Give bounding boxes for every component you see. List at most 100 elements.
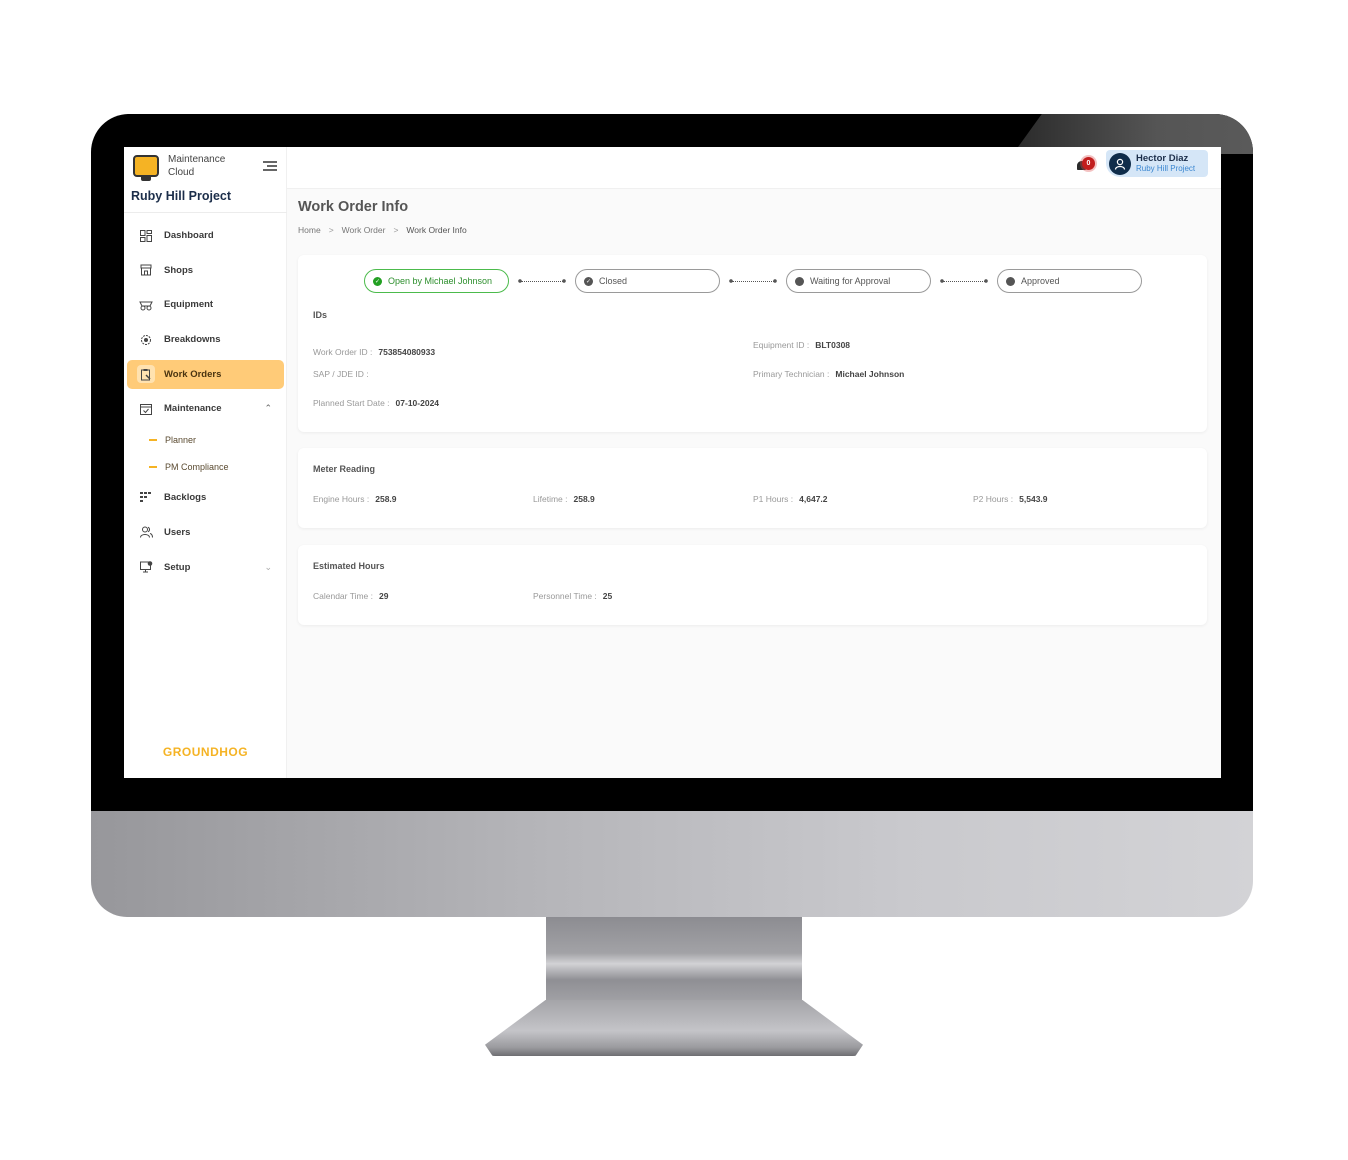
calendar-check-icon xyxy=(137,400,155,418)
status-step-label: Open by Michael Johnson xyxy=(388,276,493,286)
breakdown-gear-icon xyxy=(137,331,155,349)
setup-monitor-icon xyxy=(137,558,155,576)
step-connector xyxy=(729,278,777,284)
project-name: Ruby Hill Project xyxy=(124,189,287,213)
users-icon xyxy=(137,523,155,541)
page-title: Work Order Info xyxy=(298,199,409,215)
field-value: BLT0308 xyxy=(815,340,851,350)
field-label: Planned Start Date : xyxy=(313,398,390,408)
sidebar-item-label: Shops xyxy=(164,264,194,276)
sidebar-item-backlogs[interactable]: Backlogs xyxy=(127,483,284,512)
sidebar-item-work-orders[interactable]: Work Orders xyxy=(127,359,284,389)
ids-section-title: IDs xyxy=(313,310,328,320)
field-value: 07-10-2024 xyxy=(395,398,440,408)
user-name: Hector Diaz xyxy=(1136,153,1189,164)
field-value: 29 xyxy=(379,591,389,601)
chevron-right-icon: > xyxy=(393,225,399,235)
user-menu[interactable]: Hector Diaz Ruby Hill Project xyxy=(1106,150,1208,177)
sidebar-subitem-label: PM Compliance xyxy=(165,462,229,473)
sidebar-item-dashboard[interactable]: Dashboard xyxy=(127,221,284,250)
sidebar: Maintenance Cloud Ruby Hill Project Dash… xyxy=(124,147,287,778)
field-planned-start-date: Planned Start Date : 07-10-2024 xyxy=(313,398,439,408)
field-work-order-id: Work Order ID : 753854080933 xyxy=(313,347,435,357)
sidebar-item-label: Dashboard xyxy=(164,230,214,241)
breadcrumb-work-order[interactable]: Work Order xyxy=(342,225,386,235)
chevron-right-icon: > xyxy=(328,225,334,235)
field-sap-jde-id: SAP / JDE ID : xyxy=(313,369,375,379)
sidebar-nav: Dashboard Shops Equipment Breakdowns Wor… xyxy=(127,221,284,587)
monitor-stand-foot xyxy=(485,1000,863,1056)
notification-count-badge: 0 xyxy=(1082,157,1095,170)
field-label: Engine Hours : xyxy=(313,494,370,504)
chevron-down-icon[interactable]: ⌄ xyxy=(264,562,272,573)
sidebar-item-label: Maintenance xyxy=(164,403,222,415)
field-label: SAP / JDE ID : xyxy=(313,369,369,379)
topbar: 0 Hector Diaz Ruby Hill Project xyxy=(287,147,1221,189)
dashboard-grid-icon xyxy=(137,227,155,245)
field-p1-hours: P1 Hours : 4,647.2 xyxy=(753,494,828,504)
field-value: Michael Johnson xyxy=(835,369,905,379)
brand-name-line1: Maintenance xyxy=(168,154,226,165)
sidebar-subitem-label: Planner xyxy=(165,435,197,446)
meter-reading-card: Meter Reading Engine Hours : 258.9 Lifet… xyxy=(298,448,1207,528)
ids-card: ✓ Open by Michael Johnson ✓ Closed Waiti… xyxy=(298,255,1207,432)
sidebar-subitem-pm-compliance[interactable]: PM Compliance xyxy=(127,456,284,478)
clipboard-wrench-icon xyxy=(137,365,155,384)
status-step-approved[interactable]: Approved xyxy=(997,269,1142,293)
sidebar-item-users[interactable]: Users xyxy=(127,518,284,547)
dash-bullet xyxy=(149,439,157,441)
sidebar-subitem-planner[interactable]: Planner xyxy=(127,429,284,451)
field-lifetime: Lifetime : 258.9 xyxy=(533,494,595,504)
app-screen: Maintenance Cloud Ruby Hill Project Dash… xyxy=(124,147,1221,778)
shop-icon xyxy=(137,261,155,279)
pending-dot-icon xyxy=(795,276,804,286)
collapse-menu-icon[interactable] xyxy=(263,161,277,173)
field-personnel-time: Personnel Time : 25 xyxy=(533,591,612,601)
notifications-button[interactable]: 0 xyxy=(1076,157,1095,173)
groundhog-logo: GROUNDHOG xyxy=(162,745,249,759)
sidebar-item-setup[interactable]: Setup ⌄ xyxy=(127,553,284,582)
equipment-icon xyxy=(137,296,155,314)
check-circle-icon: ✓ xyxy=(584,276,593,286)
user-avatar-icon xyxy=(1109,152,1131,175)
field-label: Lifetime : xyxy=(533,494,568,504)
check-circle-icon: ✓ xyxy=(373,276,382,286)
monitor-chin xyxy=(91,811,1253,917)
status-step-closed[interactable]: ✓ Closed xyxy=(575,269,720,293)
status-step-label: Closed xyxy=(599,276,628,286)
status-step-waiting-approval[interactable]: Waiting for Approval xyxy=(786,269,931,293)
status-step-label: Approved xyxy=(1021,276,1060,286)
maintenance-cloud-logo-icon xyxy=(133,155,159,181)
field-value: 25 xyxy=(602,591,613,601)
brand[interactable]: Maintenance Cloud xyxy=(133,153,238,181)
step-connector xyxy=(518,278,566,284)
chevron-up-icon[interactable]: ⌃ xyxy=(264,403,272,414)
field-label: Personnel Time : xyxy=(533,591,597,601)
field-label: Calendar Time : xyxy=(313,591,373,601)
estimated-section-title: Estimated Hours xyxy=(313,561,385,571)
sidebar-item-shops[interactable]: Shops xyxy=(127,256,284,285)
status-step-label: Waiting for Approval xyxy=(810,276,891,286)
status-stepper: ✓ Open by Michael Johnson ✓ Closed Waiti… xyxy=(364,269,1142,293)
field-value: 258.9 xyxy=(375,494,397,504)
breadcrumb: Home > Work Order > Work Order Info xyxy=(298,225,467,235)
status-step-open[interactable]: ✓ Open by Michael Johnson xyxy=(364,269,509,293)
sidebar-item-equipment[interactable]: Equipment xyxy=(127,290,284,319)
user-info: Hector Diaz Ruby Hill Project xyxy=(1136,153,1195,174)
field-value: 258.9 xyxy=(573,494,595,504)
breadcrumb-home[interactable]: Home xyxy=(298,225,321,235)
backlog-grid-icon xyxy=(137,489,155,507)
sidebar-item-breakdowns[interactable]: Breakdowns xyxy=(127,325,284,354)
field-value: 4,647.2 xyxy=(799,494,828,504)
breadcrumb-current: Work Order Info xyxy=(406,225,467,235)
sidebar-item-label: Equipment xyxy=(164,299,214,311)
field-calendar-time: Calendar Time : 29 xyxy=(313,591,388,601)
sidebar-item-label: Backlogs xyxy=(164,492,207,504)
field-value: 5,543.9 xyxy=(1019,494,1048,504)
sidebar-item-label: Users xyxy=(164,526,191,538)
meter-section-title: Meter Reading xyxy=(313,464,376,474)
field-label: P1 Hours : xyxy=(753,494,794,504)
estimated-hours-card: Estimated Hours Calendar Time : 29 Perso… xyxy=(298,545,1207,625)
field-label: Primary Technician : xyxy=(753,369,830,379)
sidebar-item-maintenance[interactable]: Maintenance ⌃ xyxy=(127,394,284,423)
